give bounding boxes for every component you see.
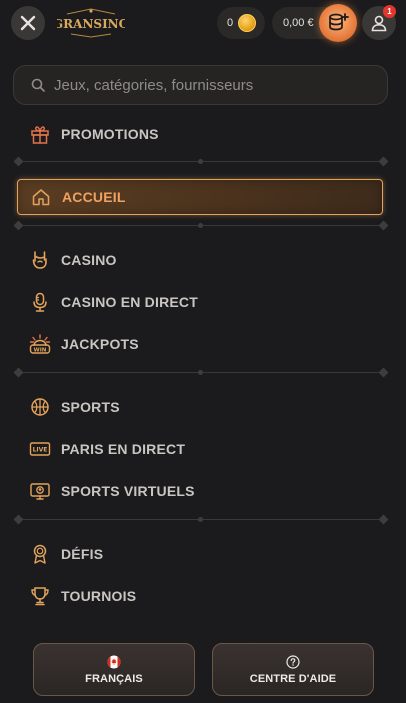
menu-divider	[13, 514, 389, 525]
help-center-button[interactable]: CENTRE D'AIDE	[212, 643, 374, 696]
menu-item-casino-live[interactable]: CASINO EN DIRECT	[17, 284, 383, 320]
help-center-label: CENTRE D'AIDE	[249, 672, 337, 685]
medal-icon	[28, 542, 52, 566]
language-label: FRANÇAIS	[85, 672, 143, 685]
menu-divider	[13, 156, 389, 167]
live-icon: LIVE	[28, 437, 52, 461]
gransino-logo[interactable]: GRANSINO	[53, 8, 129, 38]
home-icon	[29, 185, 53, 209]
menu-item-accueil[interactable]: ACCUEIL	[17, 179, 383, 215]
notification-badge: 1	[383, 5, 396, 18]
balance-value: 0,00 €	[283, 17, 314, 29]
menu-item-sports[interactable]: SPORTS	[17, 389, 383, 425]
virtual-sports-icon	[28, 479, 52, 503]
language-button[interactable]: FRANÇAIS	[33, 643, 195, 696]
menu-item-casino[interactable]: CASINO	[17, 242, 383, 278]
basketball-icon	[28, 395, 52, 419]
menu-label-defis: DÉFIS	[61, 546, 104, 562]
menu-label-paris-live: PARIS EN DIRECT	[61, 441, 186, 457]
logo-text: GRANSINO	[57, 17, 125, 31]
help-icon	[286, 654, 300, 669]
close-menu-button[interactable]	[11, 6, 45, 40]
coin-icon	[238, 14, 257, 32]
coins-plus-icon	[329, 13, 349, 31]
live-badge-text: LIVE	[33, 447, 48, 454]
menu-item-paris-live[interactable]: LIVE PARIS EN DIRECT	[17, 431, 383, 467]
trophy-icon	[28, 584, 52, 608]
menu-label-sports-virtuels: SPORTS VIRTUELS	[61, 483, 195, 499]
search-icon	[31, 78, 45, 92]
menu-item-tournois[interactable]: TOURNOIS	[17, 578, 383, 614]
jackpot-win-icon: WIN	[28, 332, 52, 356]
menu-item-promotions[interactable]: PROMOTIONS	[17, 116, 383, 152]
deposit-button[interactable]	[319, 4, 357, 42]
menu-label-casino-live: CASINO EN DIRECT	[61, 294, 198, 310]
win-badge-text: WIN	[34, 347, 47, 353]
menu-item-sports-virtuels[interactable]: SPORTS VIRTUELS	[17, 473, 383, 509]
close-icon	[20, 15, 36, 31]
search-placeholder: Jeux, catégories, fournisseurs	[54, 76, 254, 94]
menu-divider	[13, 367, 389, 378]
menu-divider	[13, 220, 389, 231]
top-bar: GRANSINO 0 0,00 € 1	[0, 0, 406, 48]
menu-label-accueil: ACCUEIL	[62, 189, 126, 205]
menu-label-promotions: PROMOTIONS	[61, 126, 159, 142]
rock-hand-icon	[28, 248, 52, 272]
coins-value: 0	[227, 17, 234, 29]
menu-label-casino: CASINO	[61, 252, 117, 268]
microphone-icon	[28, 290, 52, 314]
menu-label-sports: SPORTS	[61, 399, 120, 415]
menu-item-defis[interactable]: DÉFIS	[17, 536, 383, 572]
menu-item-jackpots[interactable]: WIN JACKPOTS	[17, 326, 383, 362]
menu-label-tournois: TOURNOIS	[61, 588, 137, 604]
gift-icon	[28, 122, 52, 146]
canada-flag-icon	[107, 655, 121, 668]
menu-label-jackpots: JACKPOTS	[61, 336, 139, 352]
coins-balance[interactable]: 0	[217, 7, 265, 39]
search-input[interactable]: Jeux, catégories, fournisseurs	[13, 65, 388, 105]
